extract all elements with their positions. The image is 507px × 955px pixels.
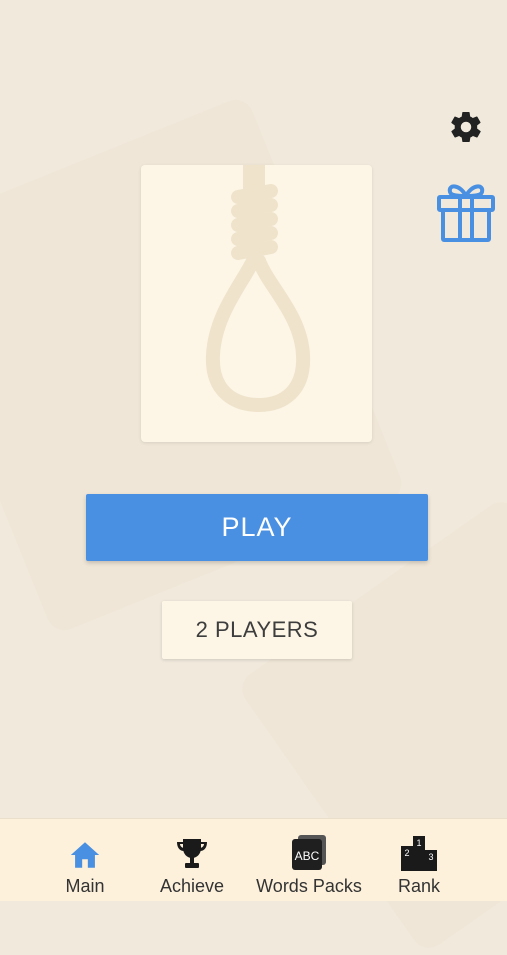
abc-cards-text: ABC (295, 849, 320, 863)
nav-item-label: Achieve (159, 876, 225, 896)
podium-first: 1 (416, 838, 421, 848)
hangman-card (141, 165, 372, 442)
nav-item-label: Main (65, 876, 105, 896)
settings-button[interactable] (447, 108, 485, 146)
play-button[interactable]: PLAY (86, 494, 428, 561)
gift-icon (437, 184, 495, 242)
abc-cards-icon: ABC (292, 835, 326, 870)
nav-item-rank[interactable]: 2 1 3 Rank (364, 819, 474, 901)
gift-button[interactable] (433, 177, 499, 245)
nav-item-achieve[interactable]: Achieve (137, 819, 247, 901)
play-button-label: PLAY (221, 512, 293, 542)
nav-item-main[interactable]: Main (30, 819, 140, 901)
two-players-button-label: 2 PLAYERS (195, 617, 319, 642)
nav-item-words-packs[interactable]: ABC Words Packs (254, 819, 364, 901)
nav-item-label: Rank (397, 876, 441, 896)
bottom-navigation: Main Achieve ABC Words Packs 2 1 3 Rank (0, 818, 507, 901)
podium-third: 3 (428, 852, 433, 862)
noose-icon (205, 165, 311, 413)
home-icon (70, 842, 100, 868)
podium-icon: 2 1 3 (401, 836, 437, 871)
gear-icon (451, 111, 481, 143)
two-players-button[interactable]: 2 PLAYERS (162, 601, 352, 659)
podium-second: 2 (404, 848, 409, 858)
trophy-icon (177, 839, 207, 868)
nav-item-label: Words Packs (256, 876, 362, 896)
